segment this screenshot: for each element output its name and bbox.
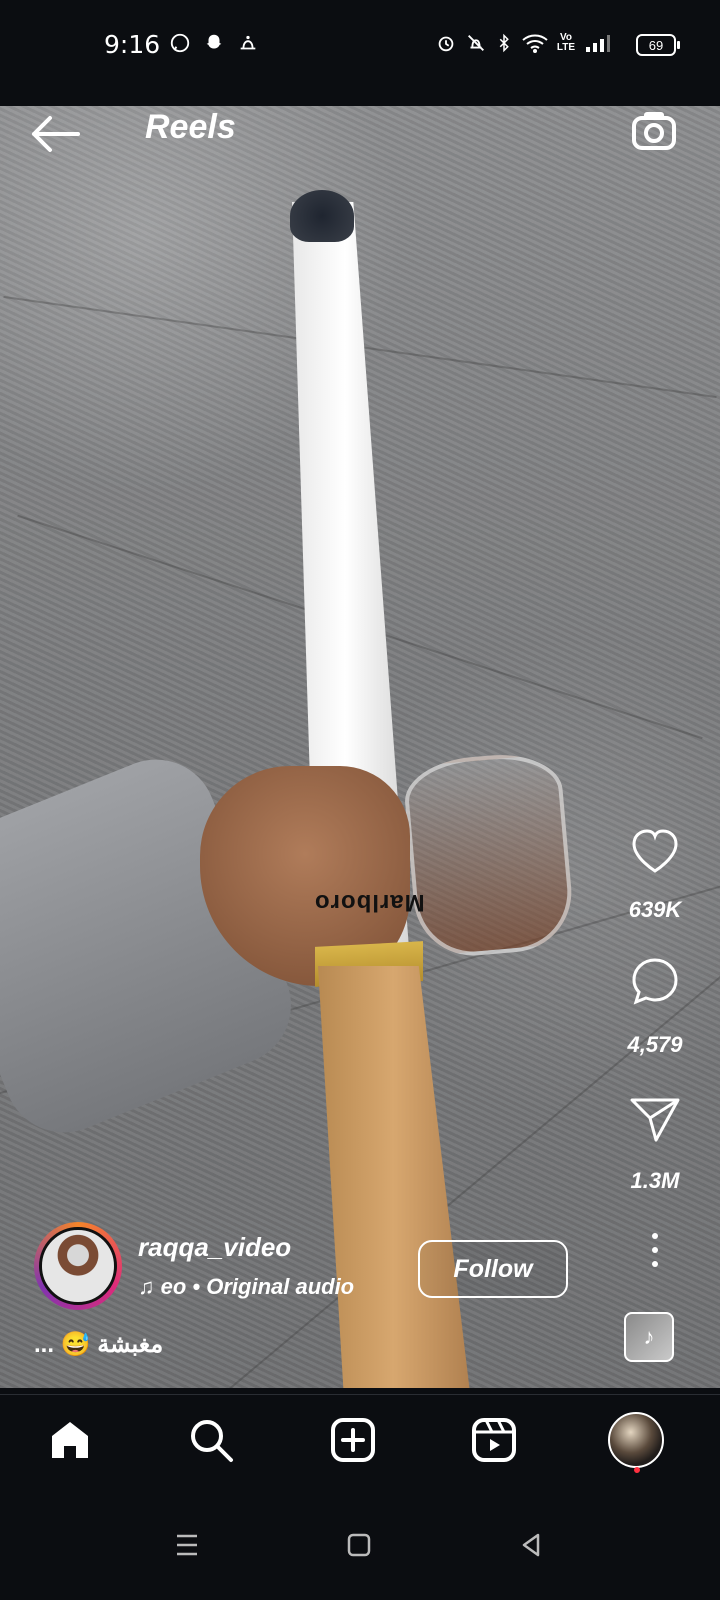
camera-button[interactable]	[628, 106, 684, 160]
notification-icon	[236, 30, 260, 56]
signal-icon	[584, 30, 612, 56]
camera-icon	[632, 112, 676, 150]
home-icon	[52, 1422, 88, 1458]
cigarette-ash-image	[290, 190, 354, 242]
tea-cup-image	[401, 749, 577, 961]
back-system-button[interactable]	[506, 1520, 556, 1570]
alarm-icon	[434, 30, 458, 56]
reels-icon	[472, 1418, 516, 1462]
home-button[interactable]	[334, 1520, 384, 1570]
brand-text: Marlboro	[314, 889, 425, 916]
likes-count: 639K	[628, 897, 682, 922]
whatsapp-icon	[168, 30, 192, 56]
reel-video[interactable]: Marlboro Reels 639K 4,579 1.3M raqqa_vid…	[0, 106, 720, 1388]
like-button[interactable]: 639K	[590, 824, 720, 934]
follow-button[interactable]: Follow	[418, 1240, 568, 1298]
arrow-left-icon	[32, 116, 80, 152]
cigarette-filter-image	[318, 966, 486, 1388]
send-icon	[630, 1098, 680, 1142]
create-icon	[331, 1418, 375, 1462]
back-button[interactable]	[30, 110, 84, 160]
profile-tab[interactable]	[606, 1411, 666, 1473]
heart-icon	[632, 829, 678, 873]
comment-icon	[632, 958, 678, 1005]
wifi-icon	[520, 30, 550, 56]
triangle-back-icon	[522, 1533, 540, 1557]
snapchat-icon	[202, 30, 226, 56]
status-time: 9:16	[104, 30, 161, 59]
recent-apps-button[interactable]	[162, 1520, 212, 1570]
profile-avatar	[608, 1412, 664, 1468]
menu-icon	[177, 1534, 197, 1556]
volte-line-2: LTE	[556, 42, 576, 53]
comments-count: 4,579	[627, 1032, 683, 1057]
silent-icon	[464, 30, 488, 56]
shares-count: 1.3M	[630, 1168, 680, 1193]
volte-icon: Vo LTE	[556, 30, 576, 56]
reel-caption[interactable]: مغبشة 😅 ...	[34, 1330, 163, 1359]
system-navigation-bar	[0, 1484, 720, 1600]
reels-tab[interactable]	[464, 1411, 524, 1469]
battery-icon: 69	[636, 34, 680, 56]
music-note-icon: ♫	[138, 1274, 161, 1299]
audio-info[interactable]: ♫ eo • Original audio	[138, 1274, 354, 1300]
share-button[interactable]: 1.3M	[590, 1092, 720, 1202]
more-options-button[interactable]	[590, 1230, 720, 1274]
create-tab[interactable]	[323, 1411, 383, 1469]
comment-button[interactable]: 4,579	[590, 954, 720, 1064]
notification-dot	[634, 1467, 640, 1473]
more-icon	[652, 1233, 658, 1267]
creator-avatar[interactable]	[34, 1222, 122, 1310]
page-title: Reels	[145, 108, 236, 146]
square-icon	[347, 1533, 371, 1557]
search-icon	[191, 1420, 233, 1462]
search-tab[interactable]	[181, 1411, 241, 1469]
audio-label: eo • Original audio	[160, 1274, 355, 1299]
battery-level: 69	[648, 37, 664, 53]
creator-username[interactable]: raqqa_video	[138, 1232, 291, 1263]
home-tab[interactable]	[40, 1411, 100, 1469]
music-note-icon: ♪	[643, 1324, 655, 1349]
audio-thumbnail[interactable]: ♪	[624, 1312, 674, 1362]
bottom-navigation	[0, 1394, 720, 1485]
avatar-image	[39, 1227, 117, 1305]
bluetooth-icon	[494, 30, 514, 56]
status-bar: 9:16 Vo LTE 69	[0, 0, 720, 106]
